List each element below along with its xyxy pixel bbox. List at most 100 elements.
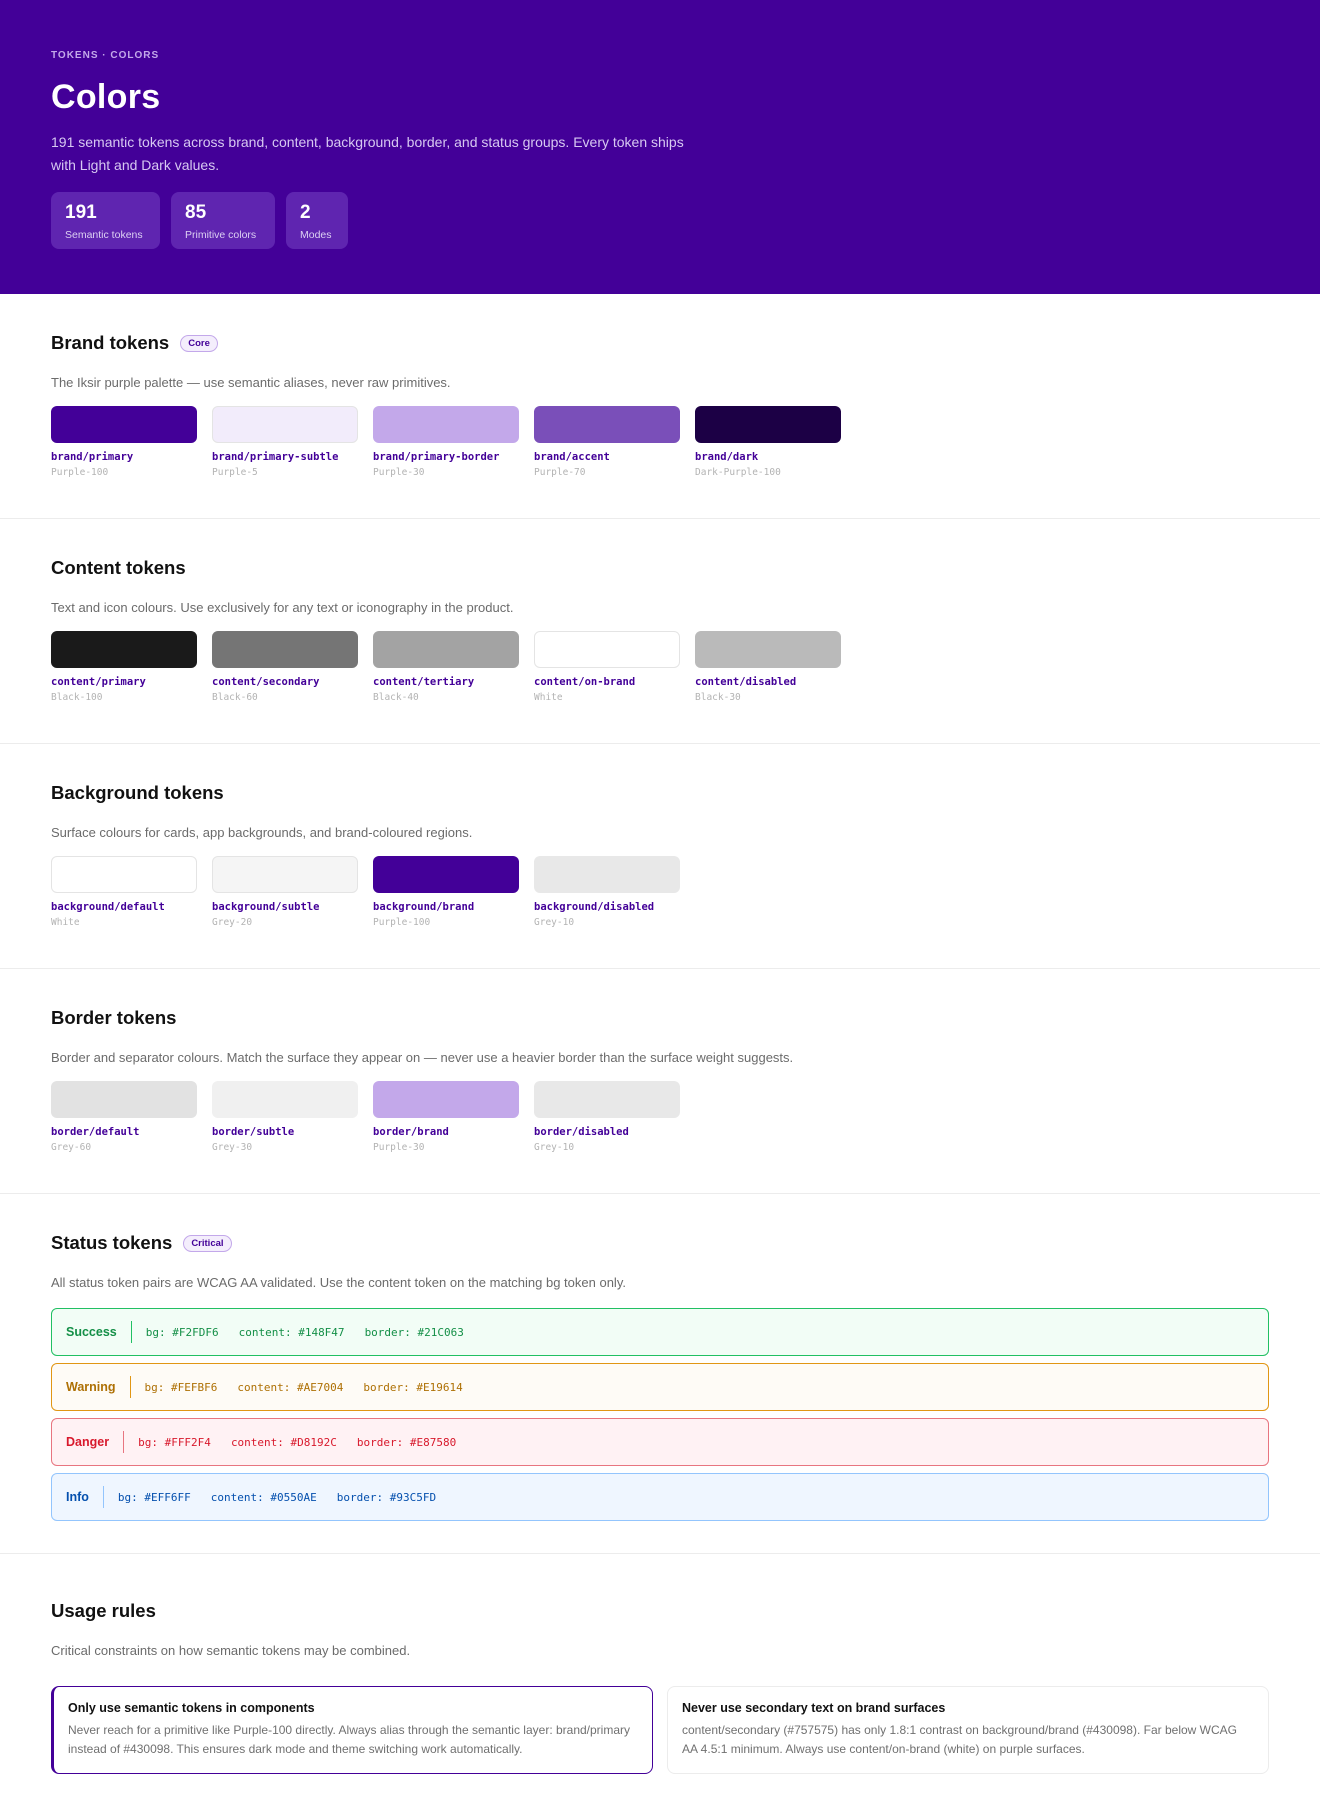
token-name: brand/accent bbox=[534, 451, 610, 463]
background-tokens-section: Background tokens Surface colours for ca… bbox=[0, 744, 1320, 969]
section-header: Background tokens bbox=[51, 782, 1320, 804]
page-title: Colors bbox=[51, 78, 161, 116]
token-card[interactable]: brand/dark Dark-Purple-100 bbox=[695, 406, 841, 478]
token-primitive: White bbox=[534, 692, 563, 703]
color-swatch bbox=[212, 631, 358, 668]
color-swatch bbox=[373, 406, 519, 443]
token-card[interactable]: brand/primary-subtle Purple-5 bbox=[212, 406, 358, 478]
token-card[interactable]: border/disabled Grey-10 bbox=[534, 1081, 680, 1153]
swatch-grid: content/primary Black-100 content/second… bbox=[51, 631, 1320, 703]
token-name: content/tertiary bbox=[373, 676, 475, 688]
rule-title: Only use semantic tokens in components bbox=[68, 1701, 315, 1715]
token-name: border/disabled bbox=[534, 1126, 629, 1138]
stat-card-primitive-colors: 85 Primitive colors bbox=[171, 192, 275, 249]
status-values: bg: #FEFBF6 content: #AE7004 border: #E1… bbox=[131, 1381, 463, 1394]
token-name: background/disabled bbox=[534, 901, 655, 913]
stat-label: Primitive colors bbox=[185, 229, 257, 241]
token-name: border/brand bbox=[373, 1126, 449, 1138]
swatch-grid: brand/primary Purple-100 brand/primary-s… bbox=[51, 406, 1320, 478]
swatch-grid: background/default White background/subt… bbox=[51, 856, 1320, 928]
token-card[interactable]: background/disabled Grey-10 bbox=[534, 856, 680, 928]
color-swatch bbox=[212, 406, 358, 443]
status-content-value: content: #148F47 bbox=[238, 1325, 345, 1339]
status-row-info[interactable]: Info bg: #EFF6FF content: #0550AE border… bbox=[51, 1473, 1269, 1521]
section-header: Status tokens Critical bbox=[51, 1232, 1320, 1254]
token-primitive: Purple-30 bbox=[373, 467, 425, 478]
token-card[interactable]: brand/primary Purple-100 bbox=[51, 406, 197, 478]
section-header: Brand tokens Core bbox=[51, 332, 1320, 354]
color-swatch bbox=[534, 856, 680, 893]
token-card[interactable]: border/default Grey-60 bbox=[51, 1081, 197, 1153]
token-name: content/primary bbox=[51, 676, 146, 688]
token-primitive: Purple-30 bbox=[373, 1142, 425, 1153]
token-card[interactable]: content/primary Black-100 bbox=[51, 631, 197, 703]
usage-rules-section: Usage rules Critical constraints on how … bbox=[0, 1554, 1320, 1800]
token-card[interactable]: brand/accent Purple-70 bbox=[534, 406, 680, 478]
section-title: Content tokens bbox=[51, 557, 186, 578]
brand-tokens-section: Brand tokens Core The Iksir purple palet… bbox=[0, 294, 1320, 519]
content-tokens-section: Content tokens Text and icon colours. Us… bbox=[0, 519, 1320, 744]
token-name: background/subtle bbox=[212, 901, 320, 913]
stat-value: 191 bbox=[65, 202, 97, 223]
section-description: The Iksir purple palette — use semantic … bbox=[51, 375, 451, 390]
token-card[interactable]: border/brand Purple-30 bbox=[373, 1081, 519, 1153]
stat-card-modes: 2 Modes bbox=[286, 192, 348, 249]
rule-title: Never use secondary text on brand surfac… bbox=[682, 1701, 946, 1715]
status-row-warning[interactable]: Warning bg: #FEFBF6 content: #AE7004 bor… bbox=[51, 1363, 1269, 1411]
token-name: brand/primary bbox=[51, 451, 134, 463]
token-name: border/subtle bbox=[212, 1126, 295, 1138]
color-swatch bbox=[373, 1081, 519, 1118]
color-swatch bbox=[51, 856, 197, 893]
token-primitive: Black-30 bbox=[695, 692, 741, 703]
token-card[interactable]: background/default White bbox=[51, 856, 197, 928]
rule-body: content/secondary (#757575) has only 1.8… bbox=[682, 1723, 1237, 1756]
token-primitive: Dark-Purple-100 bbox=[695, 467, 781, 478]
rules-grid: Only use semantic tokens in components N… bbox=[51, 1686, 1320, 1774]
token-card[interactable]: content/tertiary Black-40 bbox=[373, 631, 519, 703]
color-swatch bbox=[534, 406, 680, 443]
section-header: Content tokens bbox=[51, 557, 1320, 579]
color-swatch bbox=[695, 631, 841, 668]
breadcrumb: TOKENS · COLORS bbox=[51, 50, 160, 61]
section-description: Surface colours for cards, app backgroun… bbox=[51, 825, 473, 840]
token-card[interactable]: content/disabled Black-30 bbox=[695, 631, 841, 703]
rule-body: Never reach for a primitive like Purple-… bbox=[68, 1723, 631, 1756]
color-swatch bbox=[534, 631, 680, 668]
status-border-value: border: #21C063 bbox=[364, 1325, 464, 1339]
token-primitive: White bbox=[51, 917, 80, 928]
status-values: bg: #F2FDF6 content: #148F47 border: #21… bbox=[132, 1326, 464, 1339]
status-label: Danger bbox=[66, 1431, 125, 1453]
status-row-success[interactable]: Success bg: #F2FDF6 content: #148F47 bor… bbox=[51, 1308, 1269, 1356]
stat-label: Semantic tokens bbox=[65, 229, 143, 241]
token-primitive: Grey-10 bbox=[534, 917, 575, 928]
token-name: background/default bbox=[51, 901, 165, 913]
section-description: Text and icon colours. Use exclusively f… bbox=[51, 600, 514, 615]
token-card[interactable]: background/brand Purple-100 bbox=[373, 856, 519, 928]
token-primitive: Purple-5 bbox=[212, 467, 258, 478]
status-content-value: content: #0550AE bbox=[210, 1490, 317, 1504]
section-title: Usage rules bbox=[51, 1600, 156, 1621]
color-swatch bbox=[212, 856, 358, 893]
page-description: 191 semantic tokens across brand, conten… bbox=[51, 134, 684, 173]
status-bg-value: bg: #FFF2F4 bbox=[138, 1435, 211, 1449]
rule-card-secondary-text: Never use secondary text on brand surfac… bbox=[667, 1686, 1269, 1774]
core-badge: Core bbox=[180, 334, 218, 352]
token-name: content/disabled bbox=[695, 676, 797, 688]
token-card[interactable]: border/subtle Grey-30 bbox=[212, 1081, 358, 1153]
token-name: brand/primary-subtle bbox=[212, 451, 339, 463]
token-primitive: Grey-10 bbox=[534, 1142, 575, 1153]
section-title: Border tokens bbox=[51, 1007, 177, 1028]
token-primitive: Purple-100 bbox=[51, 467, 109, 478]
section-description: Critical constraints on how semantic tok… bbox=[51, 1643, 411, 1658]
status-border-value: border: #E19614 bbox=[363, 1380, 463, 1394]
page-header: TOKENS · COLORS Colors 191 semantic toke… bbox=[0, 0, 1320, 294]
token-card[interactable]: content/on-brand White bbox=[534, 631, 680, 703]
stats-row: 191 Semantic tokens 85 Primitive colors … bbox=[51, 192, 1269, 249]
status-tokens-section: Status tokens Critical All status token … bbox=[0, 1194, 1320, 1554]
token-card[interactable]: background/subtle Grey-20 bbox=[212, 856, 358, 928]
status-row-danger[interactable]: Danger bg: #FFF2F4 content: #D8192C bord… bbox=[51, 1418, 1269, 1466]
token-card[interactable]: brand/primary-border Purple-30 bbox=[373, 406, 519, 478]
stat-value: 85 bbox=[185, 202, 207, 223]
status-content-value: content: #AE7004 bbox=[237, 1380, 344, 1394]
token-card[interactable]: content/secondary Black-60 bbox=[212, 631, 358, 703]
